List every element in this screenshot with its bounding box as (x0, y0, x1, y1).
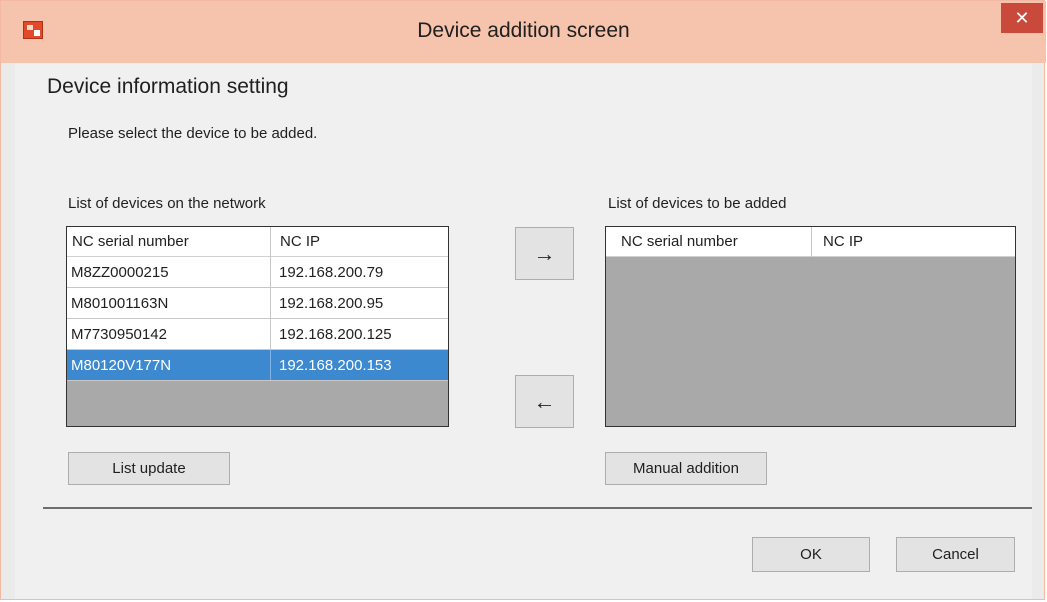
cancel-button[interactable]: Cancel (896, 537, 1015, 572)
window-title: Device addition screen (417, 19, 630, 42)
table-row[interactable]: M8ZZ0000215 192.168.200.79 (67, 257, 448, 288)
ip-cell: 192.168.200.79 (279, 264, 384, 281)
column-header-ip[interactable]: NC IP (823, 227, 863, 257)
arrow-right-icon: → (533, 241, 556, 266)
column-divider (270, 257, 271, 287)
divider (43, 507, 1032, 509)
serial-cell: M80120V177N (71, 357, 172, 374)
close-button[interactable]: ✕ (1001, 3, 1043, 33)
network-device-grid[interactable]: NC serial number NC IP M8ZZ0000215 192.1… (66, 226, 449, 427)
close-icon: ✕ (1014, 8, 1030, 28)
ip-cell: 192.168.200.153 (279, 357, 392, 374)
serial-cell: M7730950142 (71, 326, 167, 343)
remove-from-list-button[interactable]: ← (515, 375, 574, 428)
list-update-button[interactable]: List update (68, 452, 230, 485)
serial-cell: M801001163N (71, 295, 169, 312)
add-to-list-button[interactable]: → (515, 227, 574, 280)
title-bar[interactable]: Device addition screen ✕ (1, 1, 1046, 63)
column-header-ip[interactable]: NC IP (280, 227, 320, 257)
network-grid-header: NC serial number NC IP (67, 227, 448, 257)
manual-addition-button[interactable]: Manual addition (605, 452, 767, 485)
table-row[interactable]: M801001163N 192.168.200.95 (67, 288, 448, 319)
device-addition-window: Device addition screen ✕ Device informat… (0, 0, 1046, 600)
table-row[interactable]: M7730950142 192.168.200.125 (67, 319, 448, 350)
ip-cell: 192.168.200.95 (279, 295, 384, 312)
added-grid-header: NC serial number NC IP (606, 227, 1015, 257)
added-device-grid[interactable]: NC serial number NC IP (605, 226, 1016, 427)
column-divider (270, 288, 271, 318)
column-header-serial[interactable]: NC serial number (621, 227, 738, 257)
column-divider (811, 227, 812, 257)
added-list-label: List of devices to be added (608, 195, 787, 212)
ok-button[interactable]: OK (752, 537, 870, 572)
network-list-label: List of devices on the network (68, 195, 266, 212)
column-divider (270, 350, 271, 380)
section-title: Device information setting (47, 75, 289, 98)
column-divider (270, 227, 271, 257)
ip-cell: 192.168.200.125 (279, 326, 392, 343)
arrow-left-icon: ← (533, 389, 556, 414)
column-divider (270, 319, 271, 349)
instruction-text: Please select the device to be added. (68, 125, 318, 142)
table-row-selected[interactable]: M80120V177N 192.168.200.153 (67, 350, 448, 381)
column-header-serial[interactable]: NC serial number (72, 227, 189, 257)
serial-cell: M8ZZ0000215 (71, 264, 169, 281)
